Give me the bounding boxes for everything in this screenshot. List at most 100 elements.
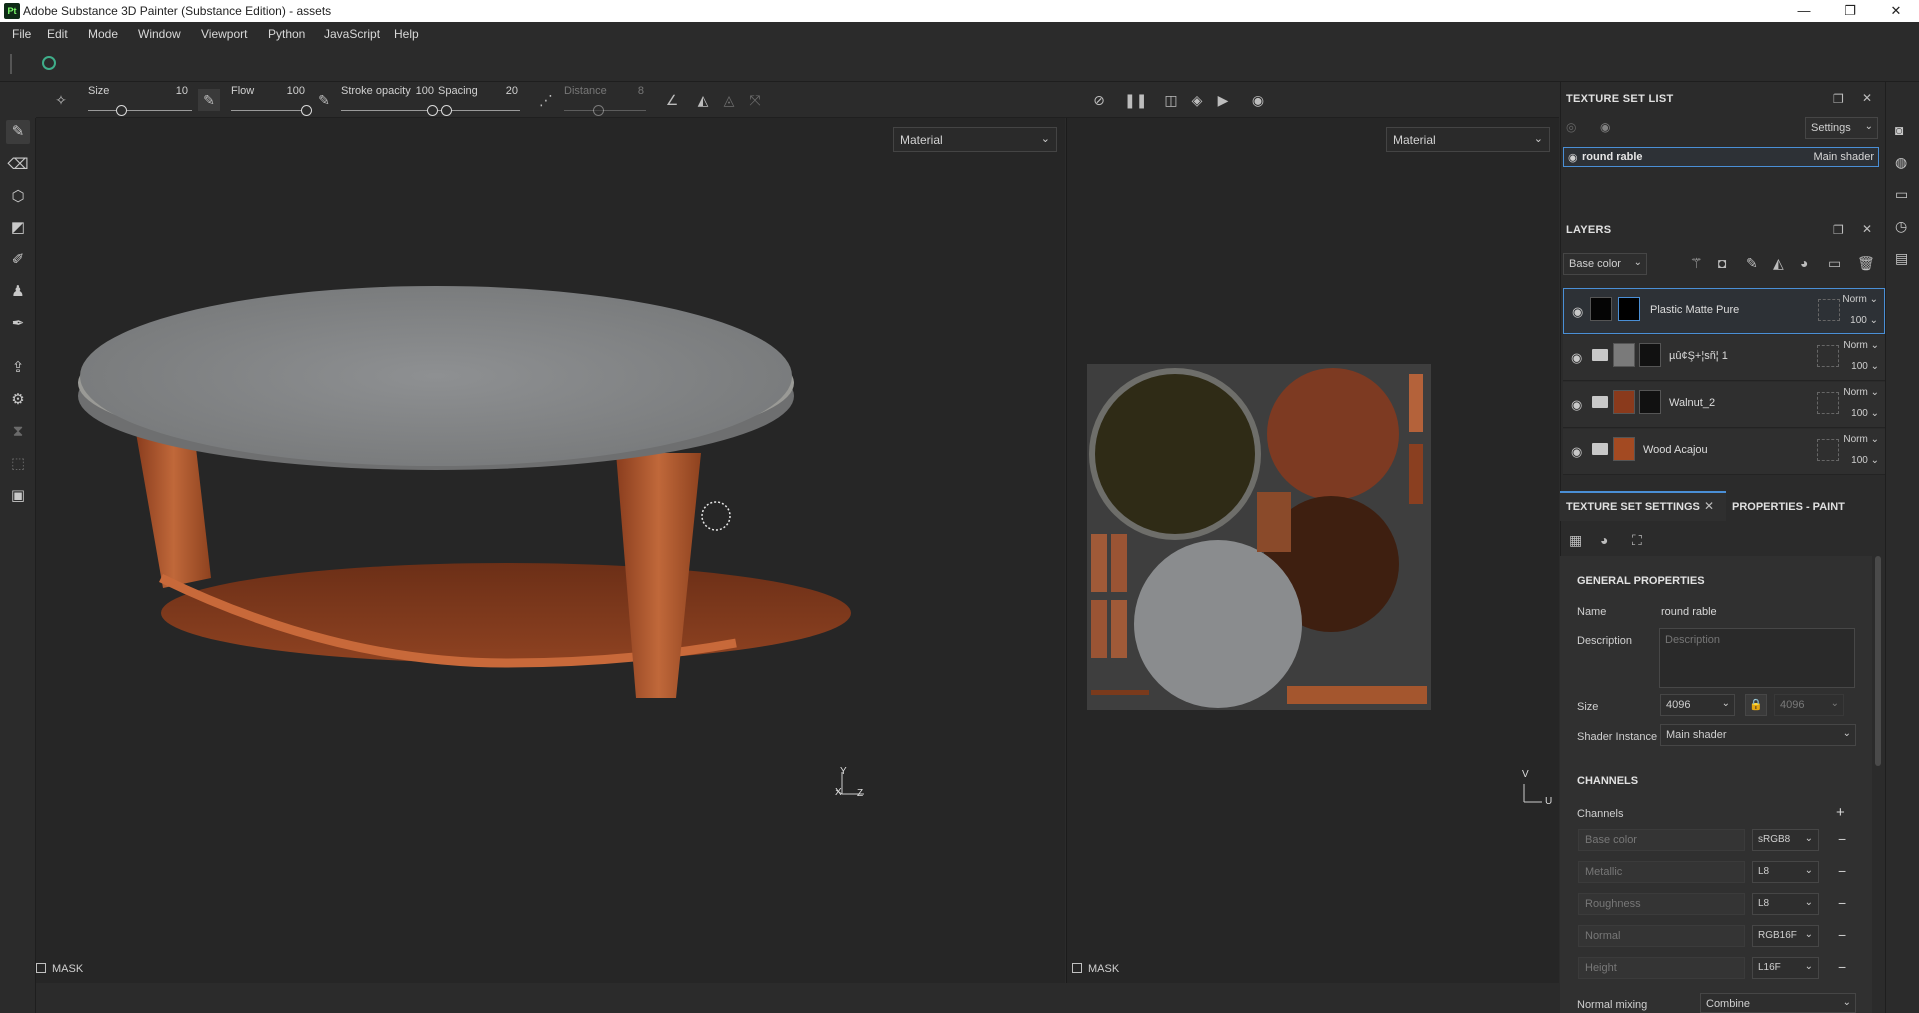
log-icon[interactable]: ▤ <box>1895 250 1908 267</box>
size-slider[interactable] <box>88 110 192 111</box>
layer-name[interactable]: Wood Acajou <box>1643 444 1708 456</box>
pause-icon[interactable]: ❚❚ <box>1124 89 1147 111</box>
texture-set-shader[interactable]: Main shader <box>1813 151 1874 163</box>
history-icon[interactable]: ◷ <box>1895 218 1907 235</box>
layer-name[interactable]: µû¢Ş+¦sñ¦ 1 <box>1669 350 1728 362</box>
screenshot-icon[interactable]: ◉ <box>1247 89 1269 111</box>
display-mode-icon[interactable]: ◈ <box>1186 89 1208 111</box>
layer-mask-thumbnail[interactable] <box>1639 390 1661 414</box>
menu-window[interactable]: Window <box>138 27 181 41</box>
layer-visibility-icon[interactable]: ◉ <box>1572 304 1583 320</box>
add-fill-layer-icon[interactable]: ◭ <box>1773 255 1784 272</box>
layers-channel-dropdown[interactable]: Base color ⌄ <box>1563 253 1647 275</box>
layer-row[interactable]: ◉ µû¢Ş+¦sñ¦ 1 Norm ⌄ 100 ⌄ <box>1563 335 1885 381</box>
size-dropdown[interactable]: 4096 ⌄ <box>1660 694 1735 716</box>
spacing-slider-knob[interactable] <box>441 105 452 116</box>
add-paint-layer-icon[interactable]: ✎ <box>1746 255 1758 272</box>
add-smart-material-icon[interactable]: ◕ <box>1800 255 1808 271</box>
delete-layer-icon[interactable]: 🗑 <box>1857 255 1875 272</box>
size-slider-knob[interactable] <box>116 105 127 116</box>
normal-mixing-dropdown[interactable]: Combine ⌄ <box>1700 993 1856 1013</box>
menu-python[interactable]: Python <box>268 27 305 41</box>
close-panel-icon[interactable]: ✕ <box>1862 91 1872 105</box>
remove-channel-button[interactable]: − <box>1838 927 1846 943</box>
environment-icon[interactable]: ◍ <box>1895 154 1907 171</box>
layer-visibility-icon[interactable]: ◉ <box>1571 350 1582 366</box>
layer-row[interactable]: ◉ Plastic Matte Pure Norm ⌄ 100 ⌄ <box>1563 288 1885 334</box>
remove-channel-button[interactable]: − <box>1838 863 1846 879</box>
symmetry-icon[interactable]: ◭ <box>692 89 714 111</box>
texture-set-hide-icon[interactable]: ◎ <box>1566 120 1576 134</box>
size-linked-dropdown[interactable]: 4096 ⌄ <box>1774 694 1844 716</box>
layer-blend-mode[interactable]: Norm ⌄ <box>1842 294 1878 305</box>
clone-stamp-icon[interactable]: ♟ <box>6 280 30 304</box>
remove-channel-button[interactable]: − <box>1838 831 1846 847</box>
texture-set-item[interactable]: ◉ round rable Main shader <box>1563 147 1879 167</box>
layer-mask-thumbnail[interactable] <box>1618 297 1640 321</box>
mask-toggle-3d[interactable]: MASK <box>36 963 83 983</box>
channel-format-dropdown[interactable]: L16F ⌄ <box>1752 957 1819 979</box>
projection-icon[interactable]: ⬡ <box>6 185 30 209</box>
float-layers-icon[interactable]: ❐ <box>1833 223 1844 237</box>
transform-icon[interactable]: ⤧ <box>744 89 766 111</box>
layer-opacity[interactable]: 100 ⌄ <box>1850 315 1878 326</box>
close-layers-icon[interactable]: ✕ <box>1862 222 1872 236</box>
hide-overlay-icon[interactable]: ⊘ <box>1088 89 1110 111</box>
mask-checkbox-2d[interactable] <box>1072 963 1082 973</box>
flow-value[interactable]: 100 <box>277 85 305 97</box>
distance-value[interactable]: 8 <box>616 85 644 97</box>
mirror-icon[interactable]: ◬ <box>718 89 740 111</box>
display-settings-dock-icon[interactable]: ◙ <box>1895 122 1903 138</box>
shader-instance-dropdown[interactable]: Main shader ⌄ <box>1660 724 1856 746</box>
uv-texture-map[interactable] <box>1087 364 1431 710</box>
menu-help[interactable]: Help <box>394 27 419 41</box>
remove-channel-button[interactable]: − <box>1838 895 1846 911</box>
color-picker-icon[interactable]: ✒ <box>6 312 30 336</box>
add-effect-icon[interactable]: ⚚ <box>1690 255 1703 272</box>
texture-set-settings-icon[interactable]: ▦ <box>1569 532 1582 549</box>
brush-preset-icon[interactable]: ✧ <box>50 89 72 111</box>
camera-icon[interactable]: ▶ <box>1212 89 1234 111</box>
layer-visibility-icon[interactable]: ◉ <box>1571 397 1582 413</box>
layer-row[interactable]: ◉ Walnut_2 Norm ⌄ 100 ⌄ <box>1563 382 1885 428</box>
id-picker-icon[interactable]: ▣ <box>6 484 30 508</box>
smudge-icon[interactable]: ✐ <box>6 248 30 272</box>
add-folder-icon[interactable]: ▭ <box>1828 255 1841 272</box>
geometry-mask-icon[interactable]: ◩ <box>6 216 30 240</box>
spacing-value[interactable]: 20 <box>490 85 518 97</box>
flow-slider-knob[interactable] <box>301 105 312 116</box>
layer-row[interactable]: ◉ Wood Acajou Norm ⌄ 100 ⌄ <box>1563 429 1885 475</box>
close-window-button[interactable]: ✕ <box>1873 0 1919 22</box>
layer-blend-mode[interactable]: Norm ⌄ <box>1843 434 1879 445</box>
menu-file[interactable]: File <box>12 27 31 41</box>
stroke-opacity-slider[interactable] <box>341 110 433 111</box>
channel-format-dropdown[interactable]: RGB16F ⌄ <box>1752 925 1819 947</box>
stroke-opacity-slider-knob[interactable] <box>427 105 438 116</box>
layer-opacity[interactable]: 100 ⌄ <box>1851 455 1879 466</box>
layer-visibility-icon[interactable]: ◉ <box>1571 444 1582 460</box>
distance-slider[interactable] <box>564 110 646 111</box>
size-value[interactable]: 10 <box>160 85 188 97</box>
name-value[interactable]: round rable <box>1661 606 1717 618</box>
maximize-button[interactable]: ❐ <box>1827 0 1873 22</box>
lock-icon[interactable]: 🔒 <box>1745 694 1767 716</box>
split-view-icon[interactable]: ◫ <box>1160 89 1182 111</box>
close-tab-icon[interactable]: ✕ <box>1704 499 1714 513</box>
flow-slider[interactable] <box>231 110 307 111</box>
description-field[interactable] <box>1659 628 1855 688</box>
bake-export-icon[interactable]: ⇪ <box>6 356 30 380</box>
viewport-2d[interactable]: Material ⌄ V U MASK <box>1066 118 1559 983</box>
float-panel-icon[interactable]: ❐ <box>1833 92 1844 106</box>
eraser-icon[interactable]: ⌫ <box>6 153 30 177</box>
layer-name[interactable]: Walnut_2 <box>1669 397 1715 409</box>
layer-mask-thumbnail[interactable] <box>1639 343 1661 367</box>
channel-format-dropdown[interactable]: L8 ⌄ <box>1752 861 1819 883</box>
sync-status-icon[interactable] <box>42 56 56 70</box>
texture-set-eye-toggle-icon[interactable]: ◉ <box>1568 151 1578 164</box>
settings-scrollbar[interactable] <box>1875 556 1881 766</box>
menu-javascript[interactable]: JavaScript <box>324 27 380 41</box>
menu-mode[interactable]: Mode <box>88 27 118 41</box>
paint-brush-icon[interactable]: ✎ <box>6 120 30 144</box>
add-mask-icon[interactable]: ◘ <box>1718 255 1726 271</box>
shader-settings-icon[interactable]: ◕ <box>1600 532 1608 548</box>
